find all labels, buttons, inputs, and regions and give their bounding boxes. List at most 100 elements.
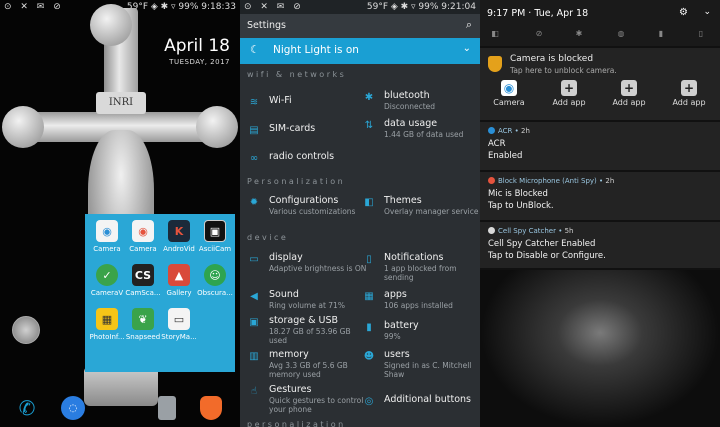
camera-blocked-notification[interactable]: Camera is blocked Tap here to unblock ca… [480, 48, 720, 120]
folder-app-camera[interactable]: ◉ Camera [89, 220, 125, 253]
folder-app-androvid[interactable]: K AndroVid [161, 220, 197, 253]
notification-acr[interactable]: ACR • 2h ACR Enabled [480, 122, 720, 170]
setting-data-usage[interactable]: ⇅ data usage 1.44 GB of data used [362, 118, 480, 148]
photo-info-icon: ▦ [96, 308, 118, 330]
camera-icon: ◉ [501, 80, 517, 96]
setting-battery[interactable]: ▮ battery 99% [362, 320, 480, 350]
section-header-personalization-2: personalization [247, 420, 346, 427]
page-title: Settings [247, 20, 286, 31]
gear-icon: ✹ [249, 197, 259, 208]
status-bar: ⊙ ✕ ✉ ⊘ 59°F ◈ ✱ ▿ 99% 9:21:04 [240, 0, 480, 14]
wifi-icon: ≋ [249, 97, 259, 108]
blurred-wallpaper [480, 270, 720, 427]
storymaker-icon: ▭ [168, 308, 190, 330]
setting-memory[interactable]: ▥ memory Avg 3.3 GB of 5.6 GB memory use… [247, 349, 365, 379]
setting-themes[interactable]: ◧ Themes Overlay manager service [362, 195, 480, 225]
setting-gestures[interactable]: ☝ Gestures Quick gestures to control you… [247, 384, 365, 414]
camera-icon: ◉ [96, 220, 118, 242]
camscanner-icon: CS [132, 264, 154, 286]
sound-icon: ◀ [250, 291, 258, 302]
video-icon: K [168, 220, 190, 242]
status-clock: 59°F ◈ ✱ ▿ 99% 9:21:04 [366, 2, 476, 12]
shield-icon [488, 56, 502, 72]
add-icon: + [681, 80, 697, 96]
microphone-blocked-icon [488, 177, 495, 184]
gallery-icon: ▲ [168, 264, 190, 286]
setting-display[interactable]: ▭ display Adaptive brightness is ON [247, 252, 366, 282]
themes-icon: ◧ [364, 197, 374, 208]
spy-catcher-app-icon [488, 227, 495, 234]
option-camera[interactable]: ◉ Camera [486, 80, 532, 107]
shade-clock: 9:17 PM · Tue, Apr 18 [487, 8, 589, 19]
setting-configurations[interactable]: ✹ Configurations Various customizations [247, 195, 365, 225]
section-header-device: device [247, 233, 289, 242]
section-header-wifi: wifi & networks [247, 70, 347, 79]
camera-icon: ◉ [132, 220, 154, 242]
option-add-app[interactable]: + Add app [546, 80, 592, 107]
folder-app-obscuracam[interactable]: ☺ Obscura... [197, 264, 233, 297]
setting-additional-buttons[interactable]: ◎ Additional buttons [362, 394, 480, 424]
date-widget[interactable]: April 18 [164, 36, 230, 56]
setting-sim-cards[interactable]: ▤ SIM-cards [247, 123, 365, 153]
status-notification-icons: ⊙ ✕ ✉ ⊘ [244, 2, 304, 12]
data-saver-tile-icon[interactable]: ◧ [488, 29, 502, 38]
chevron-down-icon[interactable]: ⌄ [463, 43, 471, 54]
chevron-down-icon[interactable]: ⌄ [703, 7, 711, 17]
setting-storage-usb[interactable]: ▣ storage & USB 18.27 GB of 53.96 GB use… [247, 315, 365, 345]
date-weekday[interactable]: TUESDAY, 2017 [169, 58, 230, 66]
settings-screen: ⊙ ✕ ✉ ⊘ 59°F ◈ ✱ ▿ 99% 9:21:04 Settings … [240, 0, 480, 427]
setting-bluetooth[interactable]: ✱ bluetooth Disconnected [362, 90, 480, 120]
folder-app-gallery[interactable]: ▲ Gallery [161, 264, 197, 297]
users-icon: ☻ [363, 351, 375, 362]
storage-icon: ▣ [249, 317, 259, 328]
notification-cell-spy-catcher[interactable]: Cell Spy Catcher • 5h Cell Spy Catcher E… [480, 222, 720, 268]
folder-app-camscanner[interactable]: CS CamSca... [125, 264, 161, 297]
folder-app-photoinfo[interactable]: ▦ PhotoInf... [89, 308, 125, 341]
search-icon[interactable]: ⌕ [466, 18, 472, 32]
rotation-tile-icon[interactable]: ▯ [694, 29, 708, 38]
setting-wifi[interactable]: ≋ Wi-Fi [247, 95, 365, 125]
setting-users[interactable]: ☻ users Signed in as C. Mitchell Shaw [362, 349, 480, 379]
setting-notifications[interactable]: ▯ Notifications 1 app blocked from sendi… [362, 252, 480, 282]
option-add-app-2[interactable]: + Add app [606, 80, 652, 107]
data-usage-icon: ⇅ [364, 120, 374, 131]
hotspot-tile-icon[interactable]: ◍ [614, 29, 628, 38]
folder-app-asciicam[interactable]: ▣ AsciiCam [197, 220, 233, 253]
camera-check-icon: ✓ [96, 264, 118, 286]
memory-icon: ▥ [249, 351, 259, 362]
option-add-app-3[interactable]: + Add app [666, 80, 712, 107]
folder-app-camerav[interactable]: ✓ CameraV [89, 264, 125, 297]
notifications-icon: ▯ [366, 254, 372, 265]
folder-app-camera-2[interactable]: ◉ Camera [125, 220, 161, 253]
messages-icon[interactable]: ◌ [60, 395, 86, 421]
radio-controls-icon: ∞ [249, 153, 259, 164]
quick-settings-header: 9:17 PM · Tue, Apr 18 ⚙ ⌄ ◧ ⊘ ✱ ◍ ▮ ▯ [480, 0, 720, 46]
status-notification-icons: ⊙ ✕ ✉ ⊘ [4, 2, 64, 12]
folder-app-storymaker[interactable]: ▭ StoryMa... [161, 308, 197, 341]
ascii-camera-icon: ▣ [204, 220, 226, 242]
add-icon: + [621, 80, 637, 96]
wifi-off-tile-icon[interactable]: ⊘ [532, 29, 546, 38]
notification-shade: 9:17 PM · Tue, Apr 18 ⚙ ⌄ ◧ ⊘ ✱ ◍ ▮ ▯ Ca… [480, 0, 720, 427]
night-light-banner[interactable]: ☾ Night Light is on ⌄ [240, 38, 480, 64]
app-folder: ◉ Camera ◉ Camera K AndroVid ▣ AsciiCam … [85, 214, 235, 372]
signal-app-icon[interactable] [154, 395, 180, 421]
gestures-icon: ☝ [250, 386, 258, 397]
phone-icon[interactable]: ✆ [14, 395, 40, 421]
flashlight-tile-icon[interactable]: ▮ [654, 29, 668, 38]
brave-browser-icon[interactable] [198, 395, 224, 421]
dock: ✆ ◌ [0, 387, 240, 427]
sim-card-icon: ▤ [249, 125, 259, 136]
settings-app-bar: Settings ⌕ [240, 14, 480, 38]
add-icon: + [561, 80, 577, 96]
apps-grid-icon: ▦ [364, 291, 374, 302]
notification-block-microphone[interactable]: Block Microphone (Anti Spy) • 2h Mic is … [480, 172, 720, 220]
bluetooth-tile-icon[interactable]: ✱ [572, 29, 586, 38]
folder-app-snapseed[interactable]: ❦ Snapseed [125, 308, 161, 341]
snapseed-icon: ❦ [132, 308, 154, 330]
gear-icon[interactable]: ⚙ [679, 7, 688, 18]
chat-head-avatar[interactable] [12, 316, 40, 344]
home-screen: ⊙ ✕ ✉ ⊘ 59°F ◈ ✱ ▿ 99% 9:18:33 INRI Apri… [0, 0, 240, 427]
setting-apps[interactable]: ▦ apps 106 apps installed [362, 289, 480, 319]
battery-icon: ▮ [366, 322, 372, 333]
